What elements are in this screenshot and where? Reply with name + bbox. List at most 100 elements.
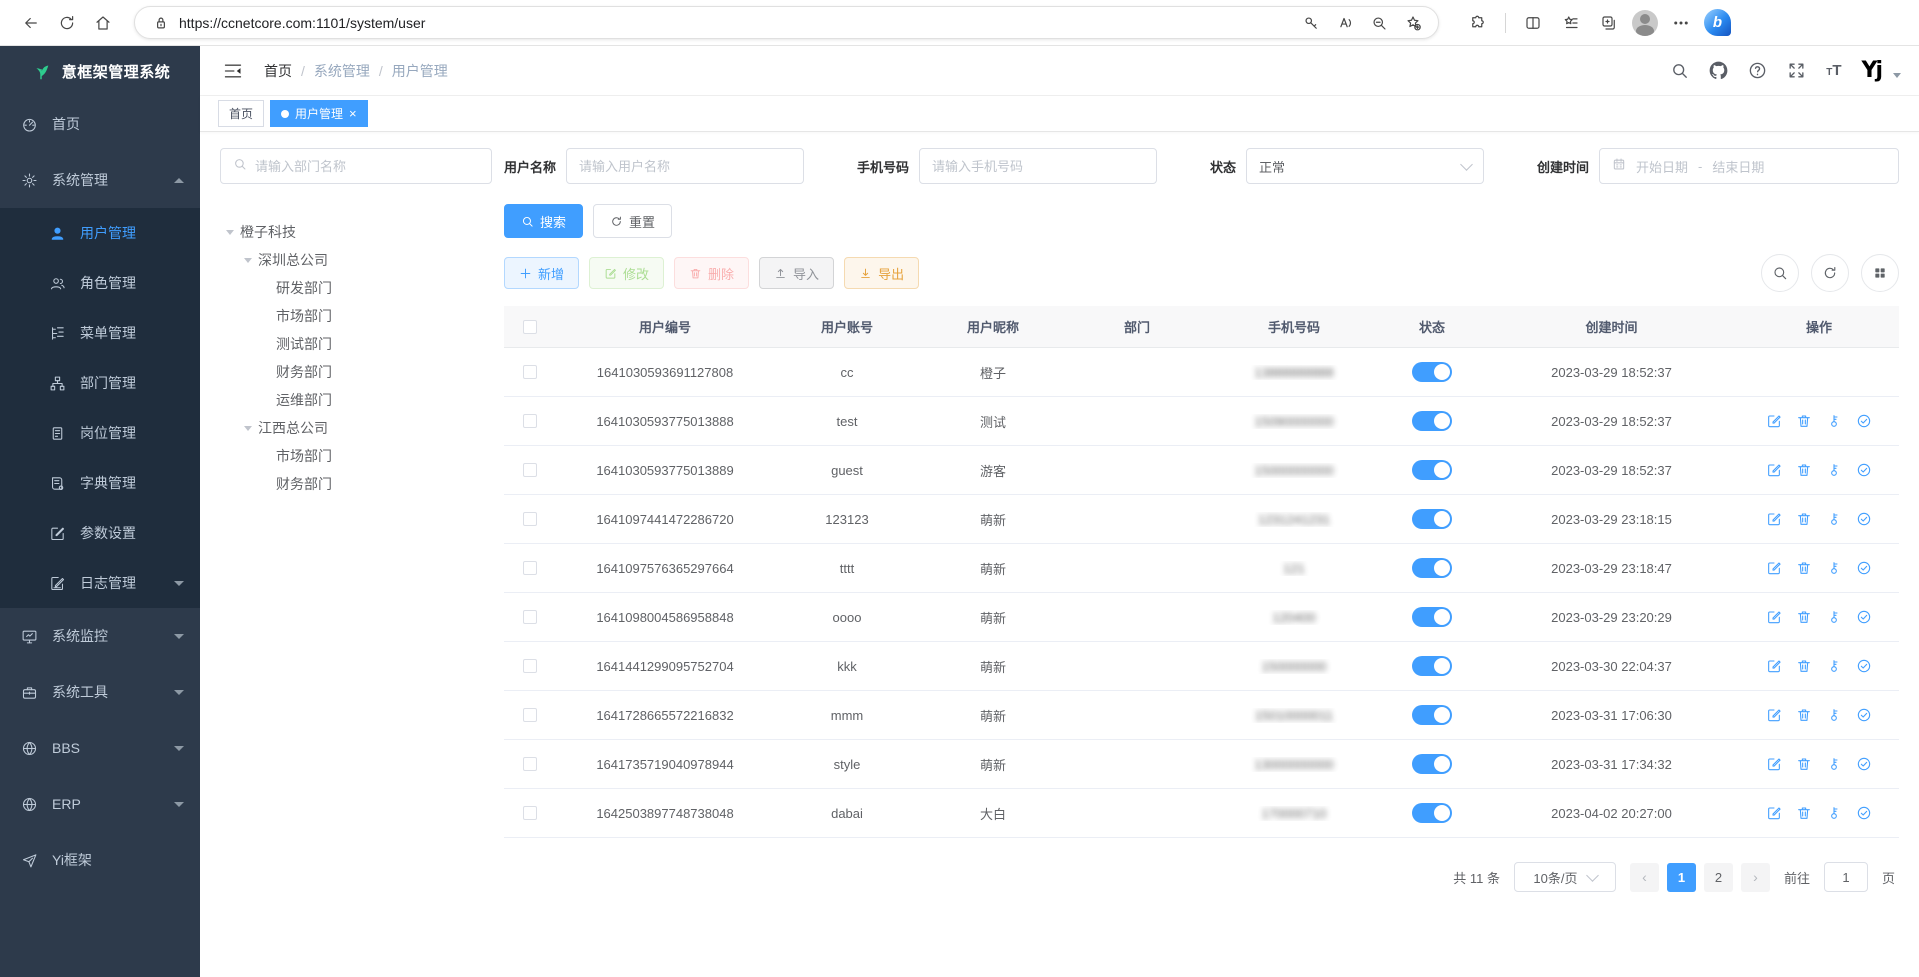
goto-page-input[interactable]	[1824, 862, 1868, 892]
split-screen-icon[interactable]	[1518, 8, 1548, 38]
row-checkbox[interactable]	[523, 757, 537, 771]
tree-node[interactable]: 江西总公司	[220, 414, 492, 442]
tree-node[interactable]: 研发部门	[220, 274, 492, 302]
status-toggle[interactable]	[1412, 656, 1452, 676]
row-delete-icon[interactable]	[1796, 413, 1812, 429]
row-checkbox[interactable]	[523, 806, 537, 820]
more-icon[interactable]	[1666, 8, 1696, 38]
sidebar-item-bbs[interactable]: BBS	[0, 720, 200, 776]
select-all-checkbox[interactable]	[523, 320, 537, 334]
row-checkbox[interactable]	[523, 512, 537, 526]
row-reset-password-icon[interactable]	[1826, 609, 1842, 625]
breadcrumb-user[interactable]: 用户管理	[392, 61, 448, 81]
row-reset-password-icon[interactable]	[1826, 511, 1842, 527]
row-reset-password-icon[interactable]	[1826, 805, 1842, 821]
search-button[interactable]: 搜索	[504, 204, 583, 238]
reset-button[interactable]: 重置	[593, 204, 672, 238]
tab-home[interactable]: 首页	[218, 100, 264, 127]
delete-button[interactable]: 删除	[674, 257, 749, 289]
sidebar-item-roles[interactable]: 角色管理	[0, 258, 200, 308]
row-assign-role-icon[interactable]	[1856, 707, 1872, 723]
sidebar-item-tools[interactable]: 系统工具	[0, 664, 200, 720]
tree-node[interactable]: 橙子科技	[220, 218, 492, 246]
date-range-picker[interactable]: 开始日期 - 结束日期	[1599, 148, 1899, 184]
close-icon[interactable]: ×	[349, 107, 357, 120]
phone-input[interactable]	[932, 159, 1144, 174]
row-checkbox[interactable]	[523, 708, 537, 722]
tree-node[interactable]: 运维部门	[220, 386, 492, 414]
lock-icon[interactable]	[151, 8, 171, 38]
row-delete-icon[interactable]	[1796, 756, 1812, 772]
tree-node[interactable]: 测试部门	[220, 330, 492, 358]
key-icon[interactable]	[1296, 8, 1326, 38]
export-button[interactable]: 导出	[844, 257, 919, 289]
row-edit-icon[interactable]	[1766, 462, 1782, 478]
row-delete-icon[interactable]	[1796, 511, 1812, 527]
next-page-button[interactable]: ›	[1741, 863, 1770, 892]
row-assign-role-icon[interactable]	[1856, 756, 1872, 772]
sidebar-item-erp[interactable]: ERP	[0, 776, 200, 832]
tree-node[interactable]: 市场部门	[220, 442, 492, 470]
status-toggle[interactable]	[1412, 411, 1452, 431]
zoom-out-icon[interactable]	[1364, 8, 1394, 38]
row-edit-icon[interactable]	[1766, 658, 1782, 674]
edit-button[interactable]: 修改	[589, 257, 664, 289]
font-size-icon[interactable]: TT	[1826, 62, 1841, 79]
breadcrumb-home[interactable]: 首页	[264, 61, 292, 81]
row-assign-role-icon[interactable]	[1856, 462, 1872, 478]
row-edit-icon[interactable]	[1766, 511, 1782, 527]
row-delete-icon[interactable]	[1796, 805, 1812, 821]
row-delete-icon[interactable]	[1796, 609, 1812, 625]
status-toggle[interactable]	[1412, 754, 1452, 774]
tab-user-management[interactable]: 用户管理 ×	[270, 100, 368, 127]
sidebar-item-system[interactable]: 系统管理	[0, 152, 200, 208]
status-toggle[interactable]	[1412, 558, 1452, 578]
row-assign-role-icon[interactable]	[1856, 560, 1872, 576]
prev-page-button[interactable]: ‹	[1630, 863, 1659, 892]
row-edit-icon[interactable]	[1766, 413, 1782, 429]
page-button-2[interactable]: 2	[1704, 863, 1733, 892]
tree-caret-icon[interactable]	[226, 230, 234, 235]
dept-search-input[interactable]	[255, 159, 479, 174]
table-refresh-icon[interactable]	[1811, 254, 1849, 292]
row-reset-password-icon[interactable]	[1826, 462, 1842, 478]
row-edit-icon[interactable]	[1766, 707, 1782, 723]
row-checkbox[interactable]	[523, 561, 537, 575]
tree-caret-icon[interactable]	[244, 258, 252, 263]
sidebar-item-users[interactable]: 用户管理	[0, 208, 200, 258]
extensions-icon[interactable]	[1463, 8, 1493, 38]
search-icon[interactable]	[1670, 61, 1689, 80]
status-select[interactable]: 正常	[1246, 148, 1484, 184]
column-settings-icon[interactable]	[1861, 254, 1899, 292]
sidebar-item-monitor[interactable]: 系统监控	[0, 608, 200, 664]
home-icon[interactable]	[88, 8, 118, 38]
status-toggle[interactable]	[1412, 705, 1452, 725]
tree-node[interactable]: 深圳总公司	[220, 246, 492, 274]
tab-groups-icon[interactable]	[1594, 8, 1624, 38]
row-assign-role-icon[interactable]	[1856, 658, 1872, 674]
sidebar-item-home[interactable]: 首页	[0, 96, 200, 152]
row-edit-icon[interactable]	[1766, 560, 1782, 576]
status-toggle[interactable]	[1412, 362, 1452, 382]
row-assign-role-icon[interactable]	[1856, 609, 1872, 625]
refresh-icon[interactable]	[52, 8, 82, 38]
tree-node[interactable]: 财务部门	[220, 358, 492, 386]
username-input[interactable]	[579, 159, 791, 174]
row-delete-icon[interactable]	[1796, 560, 1812, 576]
sidebar-item-departments[interactable]: 部门管理	[0, 358, 200, 408]
copilot-icon[interactable]: b	[1704, 9, 1731, 36]
help-icon[interactable]	[1748, 61, 1767, 80]
row-reset-password-icon[interactable]	[1826, 560, 1842, 576]
row-checkbox[interactable]	[523, 659, 537, 673]
row-reset-password-icon[interactable]	[1826, 413, 1842, 429]
row-checkbox[interactable]	[523, 365, 537, 379]
github-icon[interactable]	[1709, 61, 1728, 80]
address-bar[interactable]: https://ccnetcore.com:1101/system/user	[134, 6, 1439, 39]
status-toggle[interactable]	[1412, 509, 1452, 529]
row-delete-icon[interactable]	[1796, 658, 1812, 674]
row-edit-icon[interactable]	[1766, 756, 1782, 772]
sidebar-item-dictionary[interactable]: 字典管理	[0, 458, 200, 508]
add-button[interactable]: 新增	[504, 257, 579, 289]
row-reset-password-icon[interactable]	[1826, 658, 1842, 674]
row-reset-password-icon[interactable]	[1826, 756, 1842, 772]
